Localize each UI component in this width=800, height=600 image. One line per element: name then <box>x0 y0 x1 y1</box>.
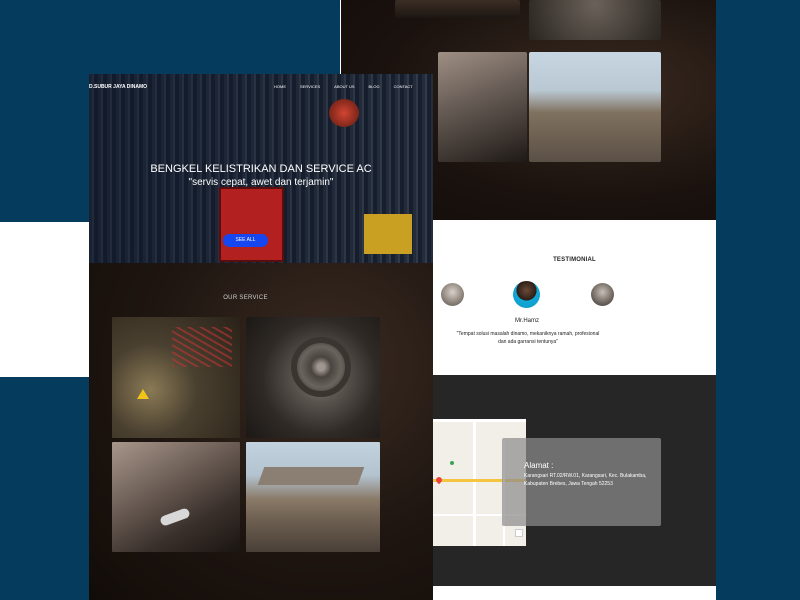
map-zoom-button[interactable] <box>515 529 523 537</box>
avatar[interactable] <box>441 283 464 306</box>
main-nav: HOME SERVICES ABOUT US BLOG CONTACT <box>274 84 427 89</box>
brand-logo[interactable]: D.SUBUR JAYA DINAMO <box>89 84 147 90</box>
wrench-icon <box>159 507 191 527</box>
testimonial-quote: "Tempat solusi masalah dinamo, mekanikny… <box>456 331 600 345</box>
testimonial-section: TESTIMONIAL Mr.Hamz "Tempat solusi masal… <box>433 220 716 375</box>
see-all-button[interactable]: SEE ALL <box>223 234 268 247</box>
background-navy-right <box>716 0 800 600</box>
service-image-wrench <box>438 52 527 162</box>
service-image-panel <box>395 0 520 18</box>
wires-decoration <box>172 327 232 367</box>
hero-lamp-decoration <box>329 99 359 127</box>
hero-toolbox-decoration <box>219 187 284 262</box>
testimonial-title: TESTIMONIAL <box>553 257 596 263</box>
nav-home[interactable]: HOME <box>274 84 286 89</box>
warning-icon <box>137 389 149 399</box>
hero-subtitle: "servis cepat, awet dan terjamin" <box>188 177 334 188</box>
address-card: Alamat : Karangsari RT.02/RW.01, Karangs… <box>502 438 661 526</box>
service-image-alternator[interactable] <box>246 317 380 438</box>
avatar-active[interactable] <box>513 281 540 308</box>
avatar[interactable] <box>591 283 614 306</box>
service-section: OUR SERVICE <box>89 263 433 600</box>
roof-decoration <box>257 467 365 485</box>
service-image-wrench[interactable] <box>112 442 240 552</box>
address-text: Karangsari RT.02/RW.01, Karangsari, Kec.… <box>524 473 647 487</box>
hero-title: BENGKEL KELISTRIKAN DAN SERVICE AC <box>150 163 372 175</box>
service-title: OUR SERVICE <box>223 295 268 301</box>
map-marker-icon <box>450 461 454 465</box>
footer-strip <box>433 586 716 600</box>
service-image-workshop <box>529 52 661 162</box>
service-image-electrical-panel[interactable] <box>112 317 240 438</box>
service-image-engine <box>529 0 661 40</box>
nav-contact[interactable]: CONTACT <box>394 84 413 89</box>
address-label: Alamat : <box>524 461 554 470</box>
hero-section: D.SUBUR JAYA DINAMO HOME SERVICES ABOUT … <box>89 74 433 263</box>
alternator-icon <box>291 337 351 397</box>
map-road <box>473 419 476 546</box>
map-road <box>433 419 526 422</box>
service-image-workshop[interactable] <box>246 442 380 552</box>
testimonial-name: Mr.Hamz <box>515 318 539 324</box>
hero-tool-decoration <box>364 214 412 254</box>
nav-blog[interactable]: BLOG <box>369 84 380 89</box>
nav-services[interactable]: SERVICES <box>300 84 320 89</box>
homepage-mockup: D.SUBUR JAYA DINAMO HOME SERVICES ABOUT … <box>89 74 433 600</box>
nav-about-us[interactable]: ABOUT US <box>334 84 354 89</box>
map-pin-icon[interactable] <box>434 475 444 485</box>
